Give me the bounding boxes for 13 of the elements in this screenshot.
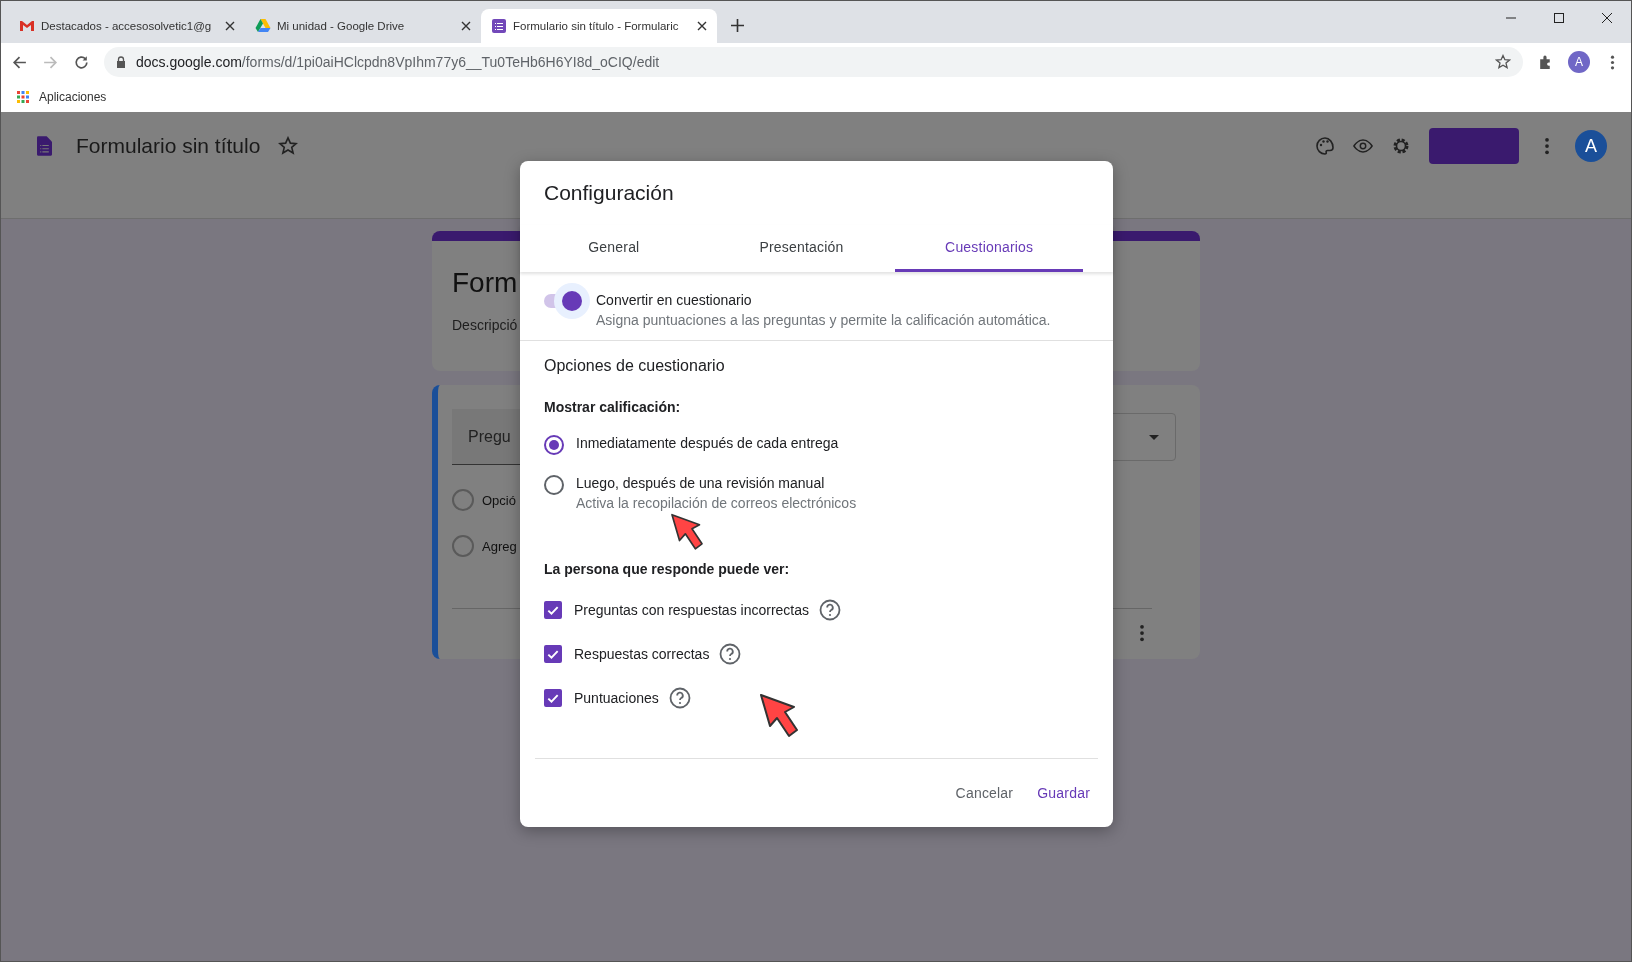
url-text: docs.google.com/forms/d/1pi0aiHClcpdn8VpIhm77y6__Tu0TeHb6H6YI8d_oCIQ/edit — [136, 54, 660, 70]
section-title: Opciones de cuestionario — [544, 357, 726, 375]
tab-title: Formulario sin título - Formularic — [513, 20, 680, 32]
tab-title: Mi unidad - Google Drive — [277, 20, 406, 32]
group-heading: Mostrar calificación: — [544, 399, 682, 415]
toggle-label: Convertir en cuestionario — [596, 292, 753, 308]
toggle-description: Asigna puntuaciones a las preguntas y permite la calificación automática. — [596, 312, 1051, 328]
form-title-text: Form — [452, 267, 518, 299]
dialog-title: Configuración — [543, 180, 675, 206]
tab-title: Destacados - accesosolvetic1@g — [41, 20, 213, 32]
option-hint: Activa la recopilación de correos electrónicos — [576, 495, 857, 511]
description-text: Descripció — [452, 317, 518, 333]
group-heading: La persona que responde puede ver: — [544, 561, 791, 577]
